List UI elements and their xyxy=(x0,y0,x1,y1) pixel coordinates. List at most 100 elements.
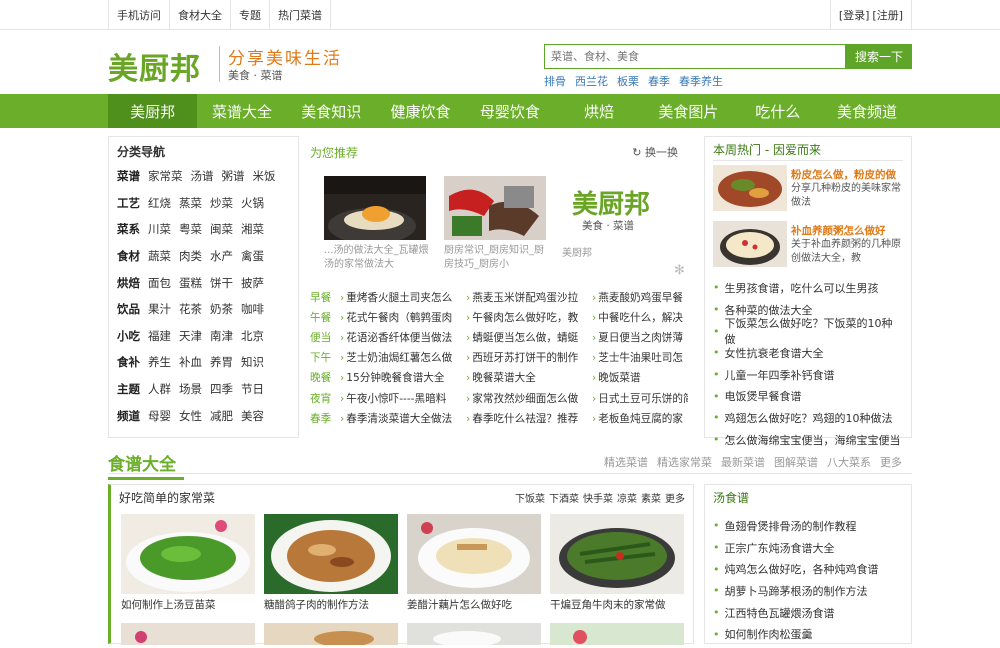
family-dishes-tag[interactable]: 快手菜 xyxy=(583,490,613,505)
soup-list-item[interactable]: 胡萝卜马蹄茅根汤的制作方法 xyxy=(713,580,903,602)
category-link[interactable]: 知识 xyxy=(241,354,264,370)
meal-tag[interactable]: 夜宵 xyxy=(310,391,340,406)
family-dish-image-row2[interactable] xyxy=(121,623,255,645)
meal-link[interactable]: 家常孜然炒细面怎么做 xyxy=(466,391,592,406)
hotword-link[interactable]: 春季 xyxy=(648,73,670,89)
meal-link[interactable]: 中餐吃什么，解决 xyxy=(592,310,688,325)
family-dish-card[interactable]: 如何制作上汤豆苗菜 xyxy=(121,514,255,612)
soup-list-item[interactable]: 如何制作肉松蛋羹 xyxy=(713,623,903,645)
family-dishes-tag[interactable]: 凉菜 xyxy=(617,490,637,505)
category-link[interactable]: 养胃 xyxy=(210,354,233,370)
family-dish-image-row2[interactable] xyxy=(264,623,398,647)
meal-link[interactable]: 花语泌香纤体便当做法 xyxy=(340,330,466,345)
meal-tag[interactable]: 晚餐 xyxy=(310,370,340,385)
family-dishes-tag[interactable]: 下饭菜 xyxy=(515,490,545,505)
hot-list-item[interactable]: 电饭煲早餐食谱 xyxy=(713,385,903,407)
recommend-caption[interactable]: ...汤的做法大全_瓦罐煨汤的家常做法大 xyxy=(324,244,430,272)
meal-link[interactable]: 午夜小惊吓----黑暗料 xyxy=(340,391,466,406)
refresh-button[interactable]: ↻ 换一换 xyxy=(632,144,678,160)
nav-item-health[interactable]: 健康饮食 xyxy=(376,94,465,128)
hot-featured-image[interactable] xyxy=(713,165,787,211)
category-link[interactable]: 红烧 xyxy=(148,195,171,211)
family-dishes-tag[interactable]: 素菜 xyxy=(641,490,661,505)
family-dish-caption[interactable]: 如何制作上汤豆苗菜 xyxy=(121,597,255,612)
nav-item-baking[interactable]: 烘焙 xyxy=(554,94,643,128)
category-link[interactable]: 披萨 xyxy=(241,275,264,291)
category-link[interactable]: 奶茶 xyxy=(210,301,233,317)
recipes-section-link[interactable]: 精选家常菜 xyxy=(657,454,712,470)
category-link[interactable]: 湘菜 xyxy=(241,221,264,237)
meal-tag[interactable]: 便当 xyxy=(310,330,340,345)
meal-tag[interactable]: 午餐 xyxy=(310,310,340,325)
nav-item-baby[interactable]: 母婴饮食 xyxy=(465,94,554,128)
category-link[interactable]: 女性 xyxy=(179,408,202,424)
meal-link[interactable]: 晚餐菜谱大全 xyxy=(466,370,592,385)
category-link[interactable]: 水产 xyxy=(210,248,233,264)
category-link[interactable]: 汤谱 xyxy=(191,168,214,184)
recommend-logo-caption[interactable]: 美厨邦 xyxy=(562,244,592,259)
category-link[interactable]: 减肥 xyxy=(210,408,233,424)
category-link[interactable]: 母婴 xyxy=(148,408,171,424)
category-link[interactable]: 粤菜 xyxy=(179,221,202,237)
category-link[interactable]: 禽蛋 xyxy=(241,248,264,264)
family-dish-image[interactable] xyxy=(121,514,255,594)
family-dish-image[interactable] xyxy=(407,514,541,594)
recipes-section-link[interactable]: 更多 xyxy=(880,454,902,470)
family-dishes-tag[interactable]: 下酒菜 xyxy=(549,490,579,505)
meal-link[interactable]: 春季吃什么祛湿？推荐 xyxy=(466,411,592,426)
category-link[interactable]: 蛋糕 xyxy=(179,275,202,291)
category-link[interactable]: 补血 xyxy=(179,354,202,370)
category-link[interactable]: 北京 xyxy=(241,328,264,344)
family-dish-image[interactable] xyxy=(550,514,684,594)
top-link-topics[interactable]: 专题 xyxy=(230,0,269,30)
recommend-image-kitchen[interactable] xyxy=(444,176,546,240)
login-link[interactable]: [登录] xyxy=(839,7,870,23)
category-link[interactable]: 咖啡 xyxy=(241,301,264,317)
meal-tag[interactable]: 春季 xyxy=(310,411,340,426)
family-dish-card[interactable]: 干煸豆角牛肉末的家常做 xyxy=(550,514,684,612)
category-link[interactable]: 闽菜 xyxy=(210,221,233,237)
category-link[interactable]: 果汁 xyxy=(148,301,171,317)
category-link[interactable]: 粥谱 xyxy=(222,168,245,184)
category-link[interactable]: 米饭 xyxy=(253,168,276,184)
meal-link[interactable]: 夏日便当之肉饼薄 xyxy=(592,330,688,345)
meal-link[interactable]: 晚饭菜谱 xyxy=(592,370,688,385)
soup-list-item[interactable]: 正宗广东炖汤食谱大全 xyxy=(713,537,903,559)
meal-link[interactable]: 15分钟晚餐食谱大全 xyxy=(340,370,466,385)
hotword-link[interactable]: 西兰花 xyxy=(575,73,608,89)
hot-featured-image[interactable] xyxy=(713,221,787,267)
meal-tag[interactable]: 下午 xyxy=(310,350,340,365)
meal-link[interactable]: 燕麦玉米饼配鸡蛋沙拉 xyxy=(466,290,592,305)
category-link[interactable]: 花茶 xyxy=(179,301,202,317)
top-link-hot-recipes[interactable]: 热门菜谱 xyxy=(269,0,331,30)
category-link[interactable]: 人群 xyxy=(148,381,171,397)
nav-item-photos[interactable]: 美食图片 xyxy=(644,94,733,128)
hot-list-item[interactable]: 鸡翅怎么做好吃？鸡翅的10种做法 xyxy=(713,407,903,429)
soup-list-item[interactable]: 鱼翅骨煲排骨汤的制作教程 xyxy=(713,515,903,537)
hot-list-item[interactable]: 儿童一年四季补钙食谱 xyxy=(713,364,903,386)
category-link[interactable]: 炒菜 xyxy=(210,195,233,211)
category-link[interactable]: 南津 xyxy=(210,328,233,344)
family-dish-caption[interactable]: 糖醋鸽子肉的制作方法 xyxy=(264,597,398,612)
family-dish-caption[interactable]: 姜醋汁藕片怎么做好吃 xyxy=(407,597,541,612)
nav-item-recipes[interactable]: 菜谱大全 xyxy=(197,94,286,128)
category-link[interactable]: 蔬菜 xyxy=(148,248,171,264)
family-dish-caption[interactable]: 干煸豆角牛肉末的家常做 xyxy=(550,597,684,612)
family-dish-image-row2[interactable] xyxy=(407,623,541,647)
hotword-link[interactable]: 排骨 xyxy=(544,73,566,89)
recipes-section-link[interactable]: 八大菜系 xyxy=(827,454,871,470)
family-dishes-tag[interactable]: 更多 xyxy=(665,490,685,505)
family-dish-image[interactable] xyxy=(264,514,398,594)
category-link[interactable]: 福建 xyxy=(148,328,171,344)
meal-link[interactable]: 老板鱼炖豆腐的家 xyxy=(592,411,688,426)
category-link[interactable]: 美容 xyxy=(241,408,264,424)
site-logo[interactable]: 美厨邦 xyxy=(108,44,201,88)
register-link[interactable]: [注册] xyxy=(872,7,903,23)
category-link[interactable]: 四季 xyxy=(210,381,233,397)
hot-list-item[interactable]: 生男孩食谱，吃什么可以生男孩 xyxy=(713,277,903,299)
category-link[interactable]: 节日 xyxy=(241,381,264,397)
family-dish-image-row2[interactable] xyxy=(550,623,684,645)
recommend-caption[interactable]: 厨房常识_厨房知识_厨房技巧_厨房小 xyxy=(444,244,550,272)
hotword-link[interactable]: 板栗 xyxy=(617,73,639,89)
category-link[interactable]: 肉类 xyxy=(179,248,202,264)
